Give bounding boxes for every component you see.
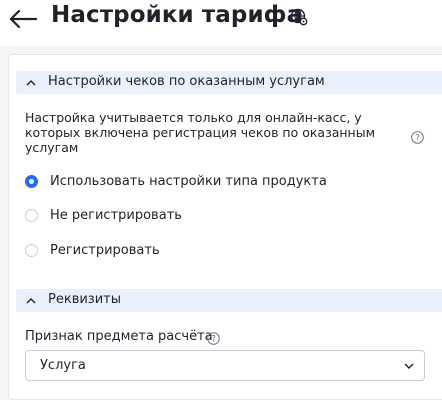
payment-subject-select[interactable]: Услуга xyxy=(25,350,425,381)
receipts-description: Настройка учитывается только для онлайн-… xyxy=(25,110,376,155)
svg-text:?: ? xyxy=(415,134,420,144)
payment-subject-value: Услуга xyxy=(40,358,86,373)
requisites-section-title: Реквизиты xyxy=(48,292,121,307)
radio-circle xyxy=(25,175,38,188)
tariff-settings-card xyxy=(8,54,442,400)
receipts-section-title: Настройки чеков по оказанным услугам xyxy=(48,74,325,89)
requisites-section-toggle[interactable]: Реквизиты xyxy=(16,289,442,312)
chevron-up-icon xyxy=(26,80,36,86)
radio-label: Использовать настройки типа продукта xyxy=(50,174,327,189)
receipts-section-toggle[interactable]: Настройки чеков по оказанным услугам xyxy=(16,71,442,94)
radio-circle xyxy=(25,209,38,222)
chevron-down-icon xyxy=(404,363,414,369)
globe-settings-icon[interactable] xyxy=(290,8,308,26)
help-icon[interactable]: ? xyxy=(411,129,424,144)
radio-label: Регистрировать xyxy=(50,243,160,258)
payment-subject-label: Признак предмета расчёта xyxy=(25,329,213,344)
radio-label: Не регистрировать xyxy=(50,208,182,223)
svg-text:?: ? xyxy=(211,335,216,345)
back-arrow-icon[interactable] xyxy=(6,5,38,33)
chevron-up-icon xyxy=(26,298,36,304)
radio-circle xyxy=(25,244,38,257)
help-icon[interactable]: ? xyxy=(207,330,220,345)
header: Настройки тарифа xyxy=(0,0,442,46)
page-title: Настройки тарифа xyxy=(51,2,303,28)
